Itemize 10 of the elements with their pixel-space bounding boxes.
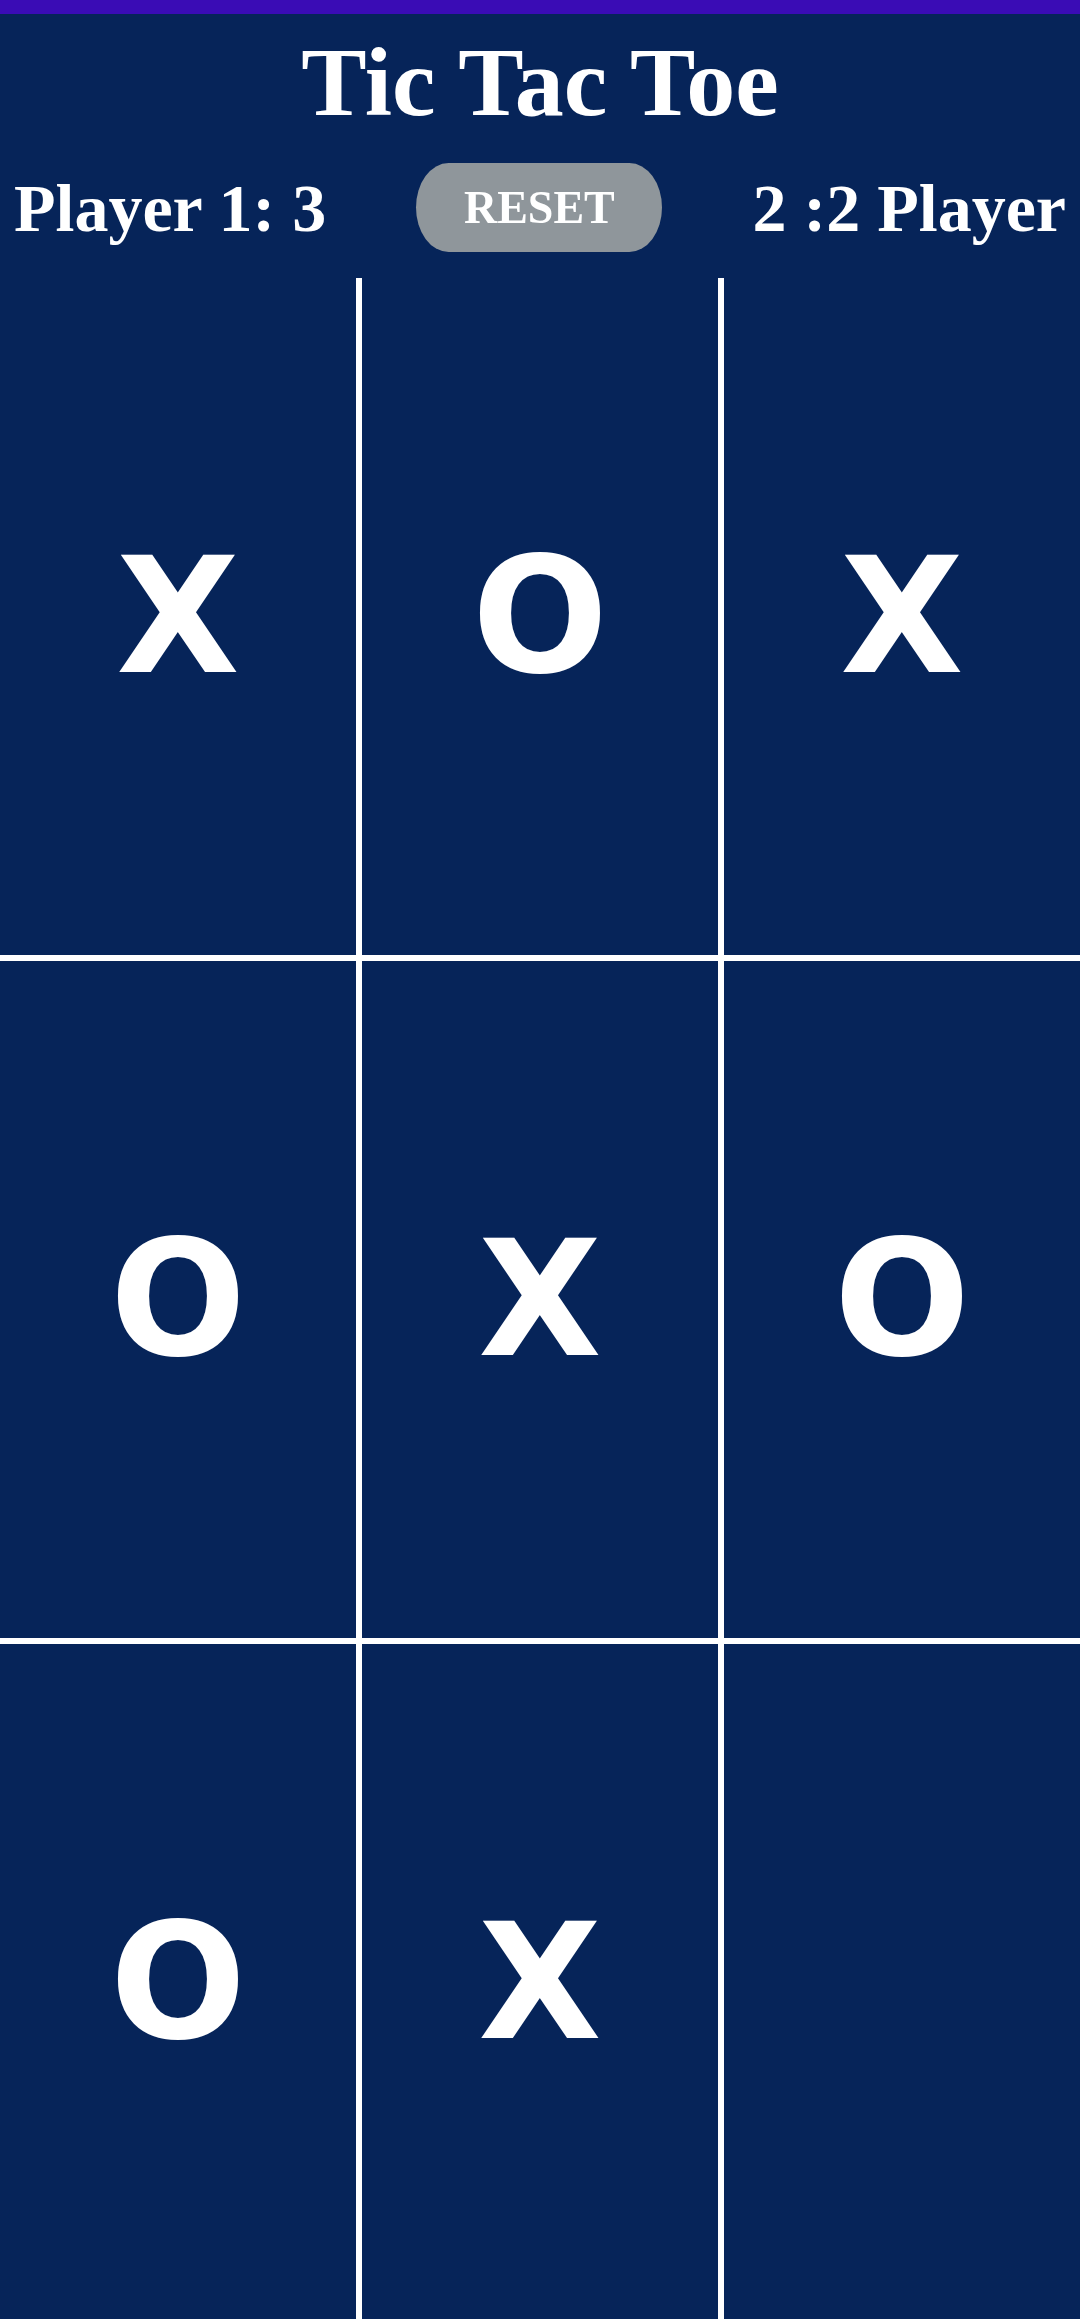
board-cell[interactable]: O bbox=[0, 1644, 356, 2319]
board-cell[interactable]: X bbox=[0, 278, 356, 955]
board-cell[interactable]: O bbox=[0, 961, 356, 1638]
board-cell[interactable]: X bbox=[362, 961, 718, 1638]
game-title: Tic Tac Toe bbox=[300, 27, 780, 138]
board-cell[interactable]: O bbox=[362, 278, 718, 955]
board-cell[interactable]: X bbox=[724, 278, 1080, 955]
board-cell[interactable] bbox=[724, 1644, 1080, 2319]
board-cell[interactable]: O bbox=[724, 961, 1080, 1638]
board-cell[interactable]: X bbox=[362, 1644, 718, 2319]
